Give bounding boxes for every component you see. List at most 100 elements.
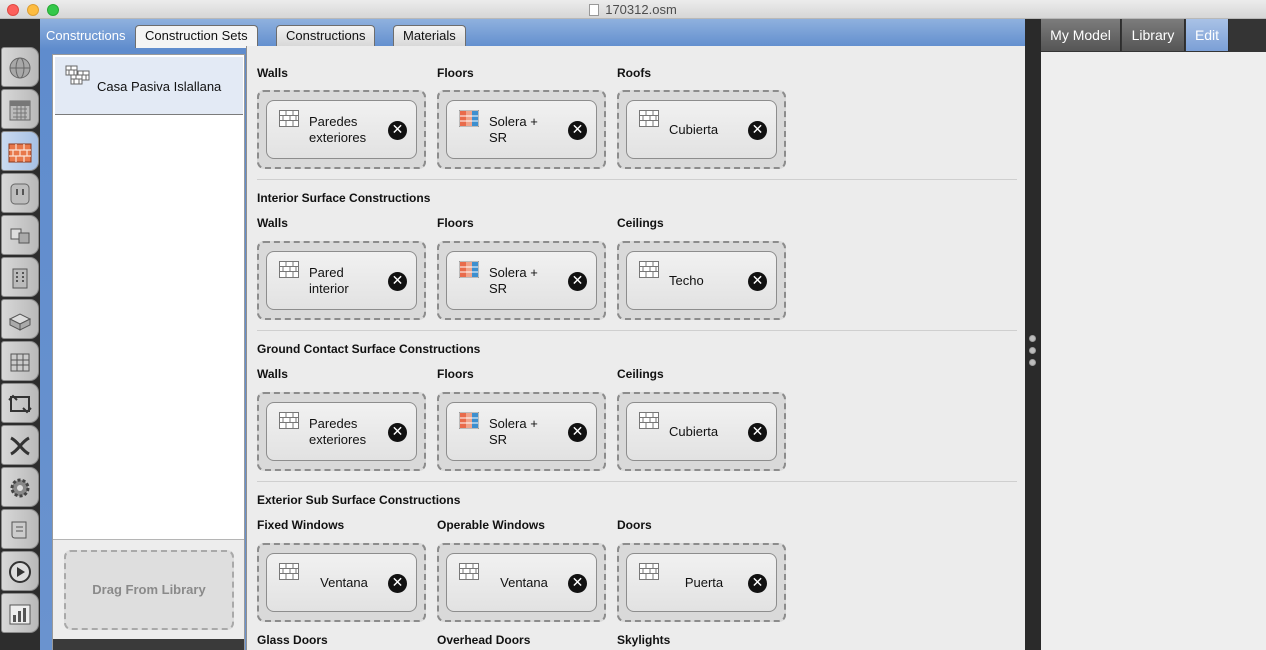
site-tab[interactable] (1, 47, 39, 87)
list-item-selected[interactable]: Casa Pasiva Islallana (55, 57, 243, 115)
remove-construction-button[interactable]: ✕ (388, 121, 407, 140)
remove-construction-button[interactable]: ✕ (568, 121, 587, 140)
scroll-icon (11, 521, 27, 539)
construction-name: Pared interior (309, 264, 349, 296)
tab-materials[interactable]: Materials (393, 25, 466, 46)
construction-name: Techo (669, 272, 704, 288)
drag-from-library-dropzone[interactable]: Drag From Library (64, 550, 234, 630)
drag-area: Drag From Library (53, 539, 244, 639)
interior-ceilings-dropzone[interactable]: Techo ✕ (617, 241, 786, 320)
interior-floors-dropzone[interactable]: Solera + SR ✕ (437, 241, 606, 320)
exterior-walls-label: Walls (257, 66, 288, 80)
exterior-walls-dropzone[interactable]: Paredes exteriores ✕ (257, 90, 426, 169)
skylights-label: Skylights (617, 633, 671, 647)
overhead-doors-label: Overhead Doors (437, 633, 531, 647)
construction-name: Solera + SR (489, 415, 538, 447)
space-types-tab[interactable] (1, 215, 39, 255)
brick-icon (639, 412, 659, 429)
construction-card[interactable]: Cubierta ✕ (626, 402, 777, 461)
panel-splitter[interactable] (1025, 19, 1041, 650)
calendar-icon (9, 100, 31, 121)
constructions-tab[interactable] (1, 131, 39, 171)
ground-walls-dropzone[interactable]: Paredes exteriores ✕ (257, 392, 426, 471)
results-tab[interactable] (1, 593, 39, 633)
section-divider (257, 179, 1017, 180)
ground-ceilings-dropzone[interactable]: Cubierta ✕ (617, 392, 786, 471)
operable-windows-label: Operable Windows (437, 518, 545, 532)
operable-windows-dropzone[interactable]: Ventana ✕ (437, 543, 606, 622)
schedules-tab[interactable] (1, 89, 39, 129)
brick-wall-icon (8, 143, 32, 163)
inspector-tab-bar: My Model Library Edit (1041, 19, 1266, 52)
window-titlebar: 170312.osm (0, 0, 1266, 19)
document-icon (589, 4, 600, 16)
construction-set-editor: Walls Floors Roofs Paredes exteriores ✕ … (246, 46, 1025, 650)
output-variables-tab[interactable] (1, 509, 39, 549)
drag-from-library-label: Drag From Library (92, 582, 206, 597)
layered-material-icon (459, 110, 479, 127)
building-summary-tab[interactable] (1, 467, 39, 507)
tab-my-model[interactable]: My Model (1041, 19, 1121, 51)
construction-name: Puerta (684, 574, 724, 590)
spaces-tab[interactable] (1, 341, 39, 381)
remove-construction-button[interactable]: ✕ (568, 272, 587, 291)
brick-icon (639, 110, 659, 127)
construction-card[interactable]: Solera + SR ✕ (446, 251, 597, 310)
splitter-grip-dot (1029, 359, 1036, 366)
construction-card[interactable]: Puerta ✕ (626, 553, 777, 612)
construction-card[interactable]: Ventana ✕ (446, 553, 597, 612)
construction-name: Solera + SR (489, 264, 538, 296)
glass-doors-label: Glass Doors (257, 633, 328, 647)
tab-construction-sets[interactable]: Construction Sets (135, 25, 258, 48)
remove-construction-button[interactable]: ✕ (748, 574, 767, 593)
remove-construction-button[interactable]: ✕ (748, 121, 767, 140)
list-footer-bar (53, 639, 244, 650)
construction-card[interactable]: Techo ✕ (626, 251, 777, 310)
hvac-systems-tab[interactable] (1, 425, 39, 465)
fixed-windows-dropzone[interactable]: Ventana ✕ (257, 543, 426, 622)
exterior-floors-dropzone[interactable]: Solera + SR ✕ (437, 90, 606, 169)
remove-construction-button[interactable]: ✕ (748, 423, 767, 442)
vertical-tab-bar (0, 19, 40, 650)
brick-icon (639, 261, 659, 278)
building-icon (12, 268, 28, 289)
remove-construction-button[interactable]: ✕ (568, 574, 587, 593)
exterior-roofs-dropzone[interactable]: Cubierta ✕ (617, 90, 786, 169)
construction-card[interactable]: Solera + SR ✕ (446, 402, 597, 461)
construction-card[interactable]: Paredes exteriores ✕ (266, 100, 417, 159)
remove-construction-button[interactable]: ✕ (748, 272, 767, 291)
doors-dropzone[interactable]: Puerta ✕ (617, 543, 786, 622)
remove-construction-button[interactable]: ✕ (388, 272, 407, 291)
tab-library[interactable]: Library (1122, 19, 1185, 51)
tab-edit[interactable]: Edit (1186, 19, 1229, 51)
construction-name: Paredes exteriores (309, 415, 367, 447)
interior-walls-dropzone[interactable]: Pared interior ✕ (257, 241, 426, 320)
interior-floors-label: Floors (437, 216, 474, 230)
doors-label: Doors (617, 518, 652, 532)
construction-card[interactable]: Ventana ✕ (266, 553, 417, 612)
arrows-loop-icon (8, 394, 32, 414)
cubes-icon (10, 228, 30, 244)
construction-card[interactable]: Paredes exteriores ✕ (266, 402, 417, 461)
remove-construction-button[interactable]: ✕ (388, 574, 407, 593)
construction-card[interactable]: Solera + SR ✕ (446, 100, 597, 159)
thermal-zones-tab[interactable] (1, 383, 39, 423)
construction-card[interactable]: Pared interior ✕ (266, 251, 417, 310)
exterior-sub-surface-constructions-title: Exterior Sub Surface Constructions (257, 493, 461, 507)
facility-tab[interactable] (1, 299, 39, 339)
tab-constructions[interactable]: Constructions (276, 25, 376, 46)
ground-floors-dropzone[interactable]: Solera + SR ✕ (437, 392, 606, 471)
interior-walls-label: Walls (257, 216, 288, 230)
geometry-tab[interactable] (1, 257, 39, 297)
brick-icon (279, 412, 299, 429)
remove-construction-button[interactable]: ✕ (568, 423, 587, 442)
exterior-floors-label: Floors (437, 66, 474, 80)
remove-construction-button[interactable]: ✕ (388, 423, 407, 442)
construction-card[interactable]: Cubierta ✕ (626, 100, 777, 159)
splitter-grip-dot (1029, 347, 1036, 354)
run-simulation-tab[interactable] (1, 551, 39, 591)
section-divider (257, 481, 1017, 482)
construction-name: Solera + SR (489, 113, 538, 145)
loads-tab[interactable] (1, 173, 39, 213)
constructions-section-label: Constructions (46, 28, 126, 43)
